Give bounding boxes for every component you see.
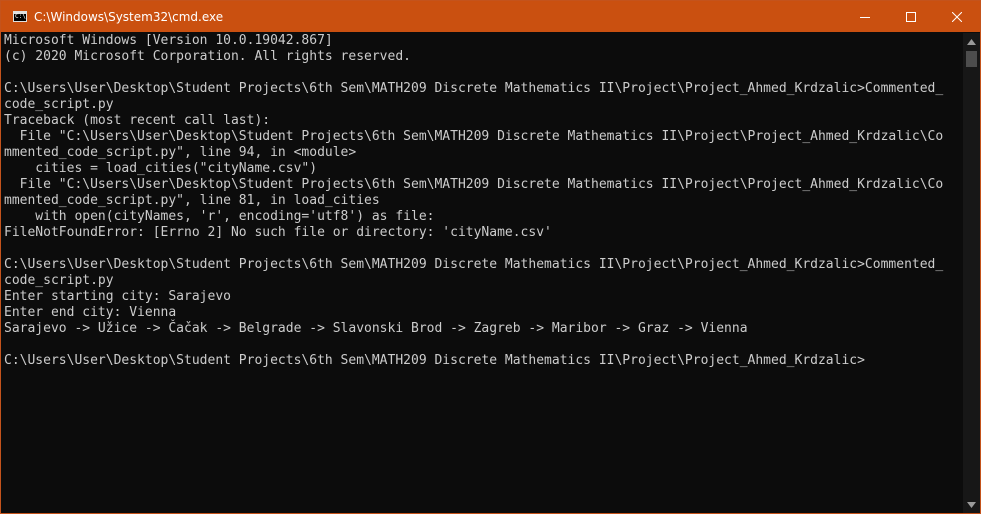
close-button[interactable] xyxy=(934,1,980,32)
scroll-down-button[interactable] xyxy=(963,496,980,513)
console-line: Enter end city: Vienna xyxy=(4,305,177,320)
window-controls xyxy=(842,1,980,32)
maximize-button[interactable] xyxy=(888,1,934,32)
console-line: mmented_code_script.py", line 81, in loa… xyxy=(4,193,380,208)
console-line: (c) 2020 Microsoft Corporation. All righ… xyxy=(4,49,411,64)
console-line: cities = load_cities("cityName.csv") xyxy=(4,161,318,176)
console-line: Sarajevo -> Užice -> Čačak -> Belgrade -… xyxy=(4,321,748,336)
minimize-button[interactable] xyxy=(842,1,888,32)
console-line: with open(cityNames, 'r', encoding='utf8… xyxy=(4,209,435,224)
minimize-icon xyxy=(860,16,870,18)
console-prompt-line: C:\Users\User\Desktop\Student Projects\6… xyxy=(4,353,865,368)
console-line: mmented_code_script.py", line 94, in <mo… xyxy=(4,145,357,160)
console-line: Enter starting city: Sarajevo xyxy=(4,289,231,304)
scroll-thumb[interactable] xyxy=(966,51,977,67)
console-line: File "C:\Users\User\Desktop\Student Proj… xyxy=(4,129,944,144)
title-bar[interactable]: C:\ C:\Windows\System32\cmd.exe xyxy=(1,1,980,32)
close-icon xyxy=(952,11,962,22)
console-line: code_script.py xyxy=(4,97,114,112)
scroll-down-arrow-icon xyxy=(967,501,976,508)
cmd-window: C:\ C:\Windows\System32\cmd.exe Microsof… xyxy=(0,0,981,514)
console-line: File "C:\Users\User\Desktop\Student Proj… xyxy=(4,177,944,192)
console-line: C:\Users\User\Desktop\Student Projects\6… xyxy=(4,257,944,272)
console-line: Traceback (most recent call last): xyxy=(4,113,271,128)
console-line: FileNotFoundError: [Errno 2] No such fil… xyxy=(4,225,552,240)
console-line: Microsoft Windows [Version 10.0.19042.86… xyxy=(4,33,333,48)
cmd-icon: C:\ xyxy=(13,11,27,22)
console-output[interactable]: Microsoft Windows [Version 10.0.19042.86… xyxy=(4,33,963,513)
scroll-up-button[interactable] xyxy=(963,33,980,50)
scroll-up-arrow-icon xyxy=(967,38,976,45)
window-title: C:\Windows\System32\cmd.exe xyxy=(34,9,224,24)
vertical-scrollbar[interactable] xyxy=(963,33,980,513)
maximize-icon xyxy=(906,11,916,22)
console-line: C:\Users\User\Desktop\Student Projects\6… xyxy=(4,81,944,96)
console-line: code_script.py xyxy=(4,273,114,288)
